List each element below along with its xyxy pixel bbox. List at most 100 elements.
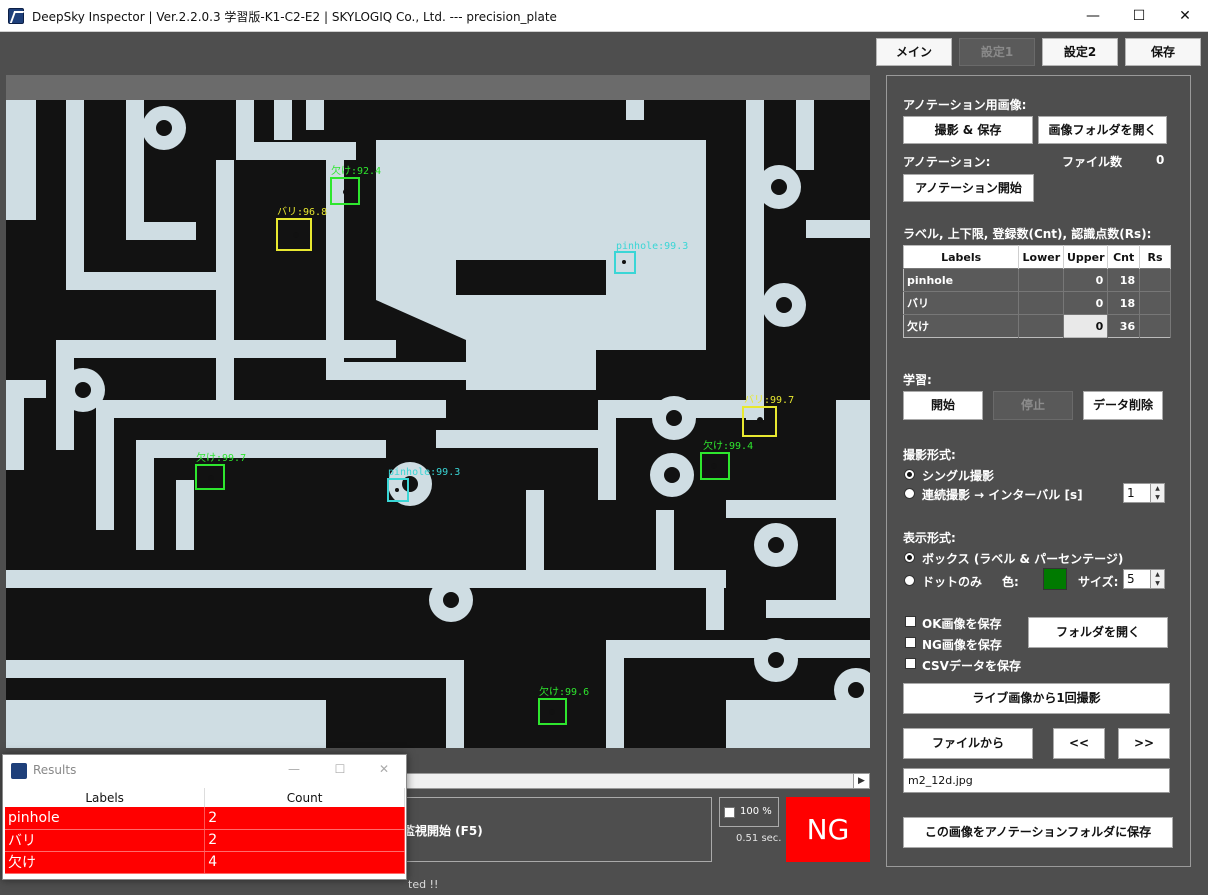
results-close-button[interactable]: ✕ [369, 759, 399, 779]
title-bar: DeepSky Inspector | Ver.2.2.0.3 学習版-K1-C… [0, 0, 1208, 32]
app-logo-icon [8, 8, 24, 24]
size-label: サイズ: [1078, 575, 1119, 589]
size-value: 5 [1127, 572, 1135, 586]
results-col-labels: Labels [5, 788, 206, 807]
label-lower[interactable] [1018, 314, 1065, 338]
stepper-up-icon[interactable]: ▲ [1150, 484, 1164, 493]
single-capture-radio[interactable] [904, 469, 915, 480]
table-row[interactable]: 欠け 0 36 [903, 314, 1171, 338]
save-to-annotation-button[interactable]: この画像をアノテーションフォルダに保存 [903, 817, 1173, 848]
annotation-heading: アノテーション: [903, 155, 991, 169]
results-maximize-button[interactable]: ☐ [325, 759, 355, 779]
zoom-value: 100 % [740, 806, 772, 817]
window-title: DeepSky Inspector | Ver.2.2.0.3 学習版-K1-C… [32, 10, 557, 24]
next-image-button[interactable]: >> [1118, 728, 1170, 759]
inspection-image[interactable]: 欠け:92.4 バリ:96.8 pinhole:99.3 バリ:99.7 欠け:… [6, 100, 870, 748]
results-minimize-button[interactable]: — [279, 759, 309, 779]
label-table-heading: ラベル, 上下限, 登録数(Cnt), 認識点数(Rs): [903, 227, 1152, 241]
continuous-capture-label: 連続撮影 → インターバル [s] [922, 488, 1083, 502]
save-ng-checkbox[interactable] [905, 637, 916, 648]
save-button[interactable]: 保存 [1125, 38, 1201, 66]
label-col-labels: Labels [903, 245, 1020, 269]
save-ok-checkbox[interactable] [905, 616, 916, 627]
filename-field[interactable]: m2_12d.jpg [903, 768, 1170, 793]
dot-mode-label: ドットのみ [922, 575, 983, 589]
color-label: 色: [1002, 575, 1019, 589]
annotation-image-heading: アノテーション用画像: [903, 98, 1027, 112]
detection-label: バリ:99.7 [744, 394, 794, 406]
table-row[interactable]: 欠け 4 [5, 851, 405, 874]
result-label: バリ [5, 829, 206, 852]
file-count-value: 0 [1156, 153, 1165, 167]
from-file-button[interactable]: ファイルから [903, 728, 1033, 759]
label-cnt: 18 [1107, 291, 1141, 315]
table-row[interactable]: バリ 2 [5, 829, 405, 852]
delete-data-button[interactable]: データ削除 [1083, 391, 1163, 420]
dot-mode-radio[interactable] [904, 575, 915, 586]
label-cnt: 36 [1107, 314, 1141, 338]
verdict-badge: NG [786, 797, 870, 862]
settings2-tab-button[interactable]: 設定2 [1042, 38, 1118, 66]
file-count-label: ファイル数 [1062, 155, 1123, 169]
learning-heading: 学習: [903, 373, 932, 387]
open-folder-button[interactable]: フォルダを開く [1028, 617, 1168, 648]
interval-stepper[interactable]: 1 ▲ ▼ [1123, 483, 1165, 503]
minimize-button[interactable]: — [1070, 0, 1116, 32]
close-button[interactable]: ✕ [1162, 0, 1208, 32]
stepper-up-icon[interactable]: ▲ [1150, 570, 1164, 579]
detection-label: 欠け:99.7 [196, 451, 246, 464]
label-name: バリ [903, 291, 1020, 315]
results-table: Labels Count pinhole 2 バリ 2 欠け 4 [5, 788, 405, 874]
single-capture-label: シングル撮影 [922, 469, 995, 483]
size-stepper[interactable]: 5 ▲ ▼ [1123, 569, 1165, 589]
label-upper[interactable]: 0 [1063, 291, 1109, 315]
result-count: 4 [204, 851, 405, 874]
results-col-count: Count [204, 788, 405, 807]
continuous-capture-radio[interactable] [904, 488, 915, 499]
detection-label: 欠け:92.4 [331, 164, 381, 177]
table-row[interactable]: バリ 0 18 [903, 291, 1171, 315]
box-mode-radio[interactable] [904, 552, 915, 563]
results-window-title: Results [33, 763, 77, 777]
save-csv-checkbox[interactable] [905, 658, 916, 669]
image-horizontal-scrollbar[interactable]: ▶ [400, 773, 870, 789]
prev-image-button[interactable]: << [1053, 728, 1105, 759]
capture-save-button[interactable]: 撮影 & 保存 [903, 116, 1033, 144]
label-upper[interactable]: 0 [1063, 268, 1109, 292]
zoom-checkbox[interactable] [724, 807, 735, 818]
detection-label: バリ:96.8 [277, 206, 327, 218]
settings1-tab-button[interactable]: 設定1 [959, 38, 1035, 66]
maximize-button[interactable]: ☐ [1116, 0, 1162, 32]
label-col-upper: Upper [1063, 245, 1109, 269]
learning-stop-button[interactable]: 停止 [993, 391, 1073, 420]
detection-label: pinhole:99.3 [616, 241, 688, 252]
stepper-down-icon[interactable]: ▼ [1150, 579, 1164, 588]
main-tab-button[interactable]: メイン [876, 38, 952, 66]
label-name: 欠け [903, 314, 1020, 338]
label-lower[interactable] [1018, 268, 1065, 292]
open-image-folder-button[interactable]: 画像フォルダを開く [1038, 116, 1167, 144]
label-col-rs: Rs [1139, 245, 1171, 269]
zoom-control[interactable]: 100 % [719, 797, 779, 827]
interval-value: 1 [1127, 486, 1135, 500]
display-mode-heading: 表示形式: [903, 531, 956, 545]
label-lower[interactable] [1018, 291, 1065, 315]
results-window-icon [11, 763, 27, 779]
start-annotation-button[interactable]: アノテーション開始 [903, 174, 1034, 202]
results-window[interactable]: Results — ☐ ✕ Labels Count pinhole 2 バリ … [2, 754, 407, 880]
box-mode-label: ボックス (ラベル & パーセンテージ) [922, 552, 1124, 566]
label-upper[interactable]: 0 [1063, 314, 1109, 338]
label-name: pinhole [903, 268, 1020, 292]
learning-start-button[interactable]: 開始 [903, 391, 983, 420]
color-swatch[interactable] [1043, 568, 1067, 590]
table-row[interactable]: pinhole 2 [5, 807, 405, 830]
monitor-start-label: 監視開始 (F5) [403, 824, 483, 838]
scroll-right-arrow-icon[interactable]: ▶ [853, 774, 869, 788]
monitor-start-panel[interactable]: 監視開始 (F5) [400, 797, 712, 862]
label-rs [1139, 268, 1171, 292]
stepper-down-icon[interactable]: ▼ [1150, 493, 1164, 502]
table-row[interactable]: pinhole 0 18 [903, 268, 1171, 292]
capture-once-button[interactable]: ライブ画像から1回撮影 [903, 683, 1170, 714]
label-rs [1139, 314, 1171, 338]
label-cnt: 18 [1107, 268, 1141, 292]
